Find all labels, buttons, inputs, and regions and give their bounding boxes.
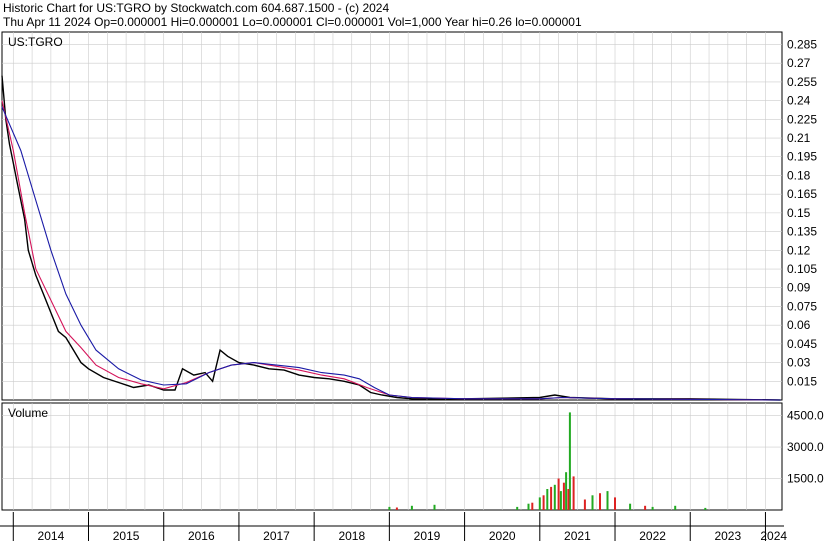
price-y-tick-label: 0.27	[787, 56, 811, 70]
chart-svg: 0.285 0.27 0.255 0.24 0.225 0.21 0.195 0.18 0.16…	[0, 31, 824, 543]
volume-frame	[1, 402, 783, 511]
volume-bar	[565, 472, 568, 510]
price-y-tick-label: 0.15	[787, 206, 811, 220]
volume-bar	[572, 476, 575, 510]
volume-bar	[644, 505, 647, 510]
price-title: US:TGRO	[8, 35, 63, 49]
price-y-tick-label: 0.045	[787, 337, 817, 351]
price-panel: 0.285 0.27 0.255 0.24 0.225 0.21 0.195 0.18 0.16…	[1, 31, 817, 401]
x-tick-label: 2019	[414, 529, 441, 543]
volume-bar	[651, 506, 654, 510]
x-tick-label: 2021	[564, 529, 591, 543]
volume-bar	[674, 505, 677, 510]
volume-bar	[433, 504, 436, 510]
volume-bar	[591, 495, 594, 510]
price-frame	[1, 31, 783, 401]
x-tick-label: 2023	[714, 529, 741, 543]
price-y-tick-label: 0.255	[787, 75, 817, 89]
volume-panel: 4500.0 3000.0 1500.0 Volume	[1, 402, 824, 511]
price-y-tick-label: 0.105	[787, 262, 817, 276]
volume-bar	[704, 507, 707, 510]
x-tick-label: 2016	[188, 529, 215, 543]
volume-bar	[614, 497, 616, 510]
volume-bar	[553, 484, 556, 510]
volume-bar	[538, 497, 541, 510]
volume-bar	[527, 503, 530, 510]
price-y-tick-label: 0.18	[787, 168, 811, 182]
price-y-tick-label: 0.225	[787, 112, 817, 126]
volume-bar	[559, 491, 562, 510]
volume-bar	[599, 493, 601, 510]
price-y-tick-label: 0.12	[787, 243, 811, 257]
price-y-tick-label: 0.195	[787, 150, 817, 164]
price-y-tick-label: 0.03	[787, 356, 811, 370]
volume-bar	[629, 503, 632, 510]
volume-bar	[516, 506, 519, 510]
price-y-tick-label: 0.075	[787, 299, 817, 313]
volume-bar	[550, 486, 553, 510]
volume-bar	[531, 502, 534, 510]
price-y-tick-label: 0.135	[787, 225, 817, 239]
volume-y-tick-label: 3000.0	[787, 440, 824, 454]
price-y-tick-label: 0.015	[787, 374, 817, 388]
x-tick-label: 2020	[489, 529, 516, 543]
x-tick-label: 2024	[760, 529, 787, 543]
x-tick-label: 2018	[338, 529, 365, 543]
price-y-tick-label: 0.24	[787, 94, 811, 108]
x-tick-label: 2015	[113, 529, 140, 543]
x-tick-label: 2022	[639, 529, 666, 543]
volume-bar	[583, 499, 586, 510]
x-tick-label: 2017	[263, 529, 290, 543]
volume-bar	[562, 482, 565, 510]
volume-bar	[388, 506, 391, 510]
price-y-tick-label: 0.21	[787, 131, 811, 145]
volume-title: Volume	[8, 406, 48, 420]
price-y-tick-label: 0.285	[787, 37, 817, 51]
volume-bar	[410, 505, 413, 510]
price-y-tick-label: 0.165	[787, 187, 817, 201]
series-ma-long	[1, 106, 781, 401]
volume-bar	[542, 495, 545, 510]
volume-y-tick-label: 1500.0	[787, 472, 824, 486]
x-tick-label: 2014	[38, 529, 65, 543]
volume-bar	[567, 489, 570, 510]
series-price	[1, 75, 781, 401]
chart-root: Historic Chart for US:TGRO by Stockwatch…	[0, 0, 830, 543]
volume-bar	[606, 491, 609, 510]
price-y-tick-label: 0.06	[787, 318, 811, 332]
volume-bar	[395, 507, 398, 510]
volume-y-tick-label: 4500.0	[787, 409, 824, 423]
price-y-tick-label: 0.09	[787, 281, 811, 295]
volume-bar	[557, 478, 560, 510]
x-axis: 2014 2015 2016 2017 2018 2019 2020 2021 2022 2023…	[0, 512, 787, 543]
volume-bar	[546, 489, 549, 510]
